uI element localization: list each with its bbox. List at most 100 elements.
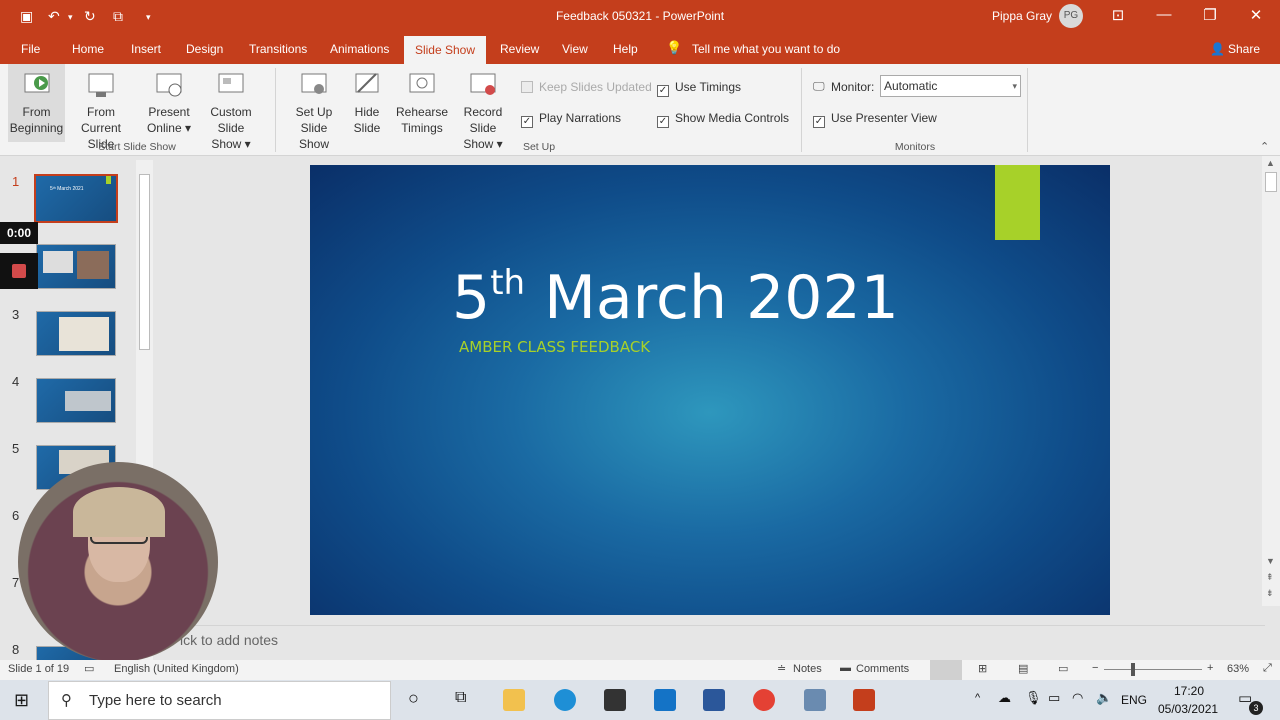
microphone-icon[interactable]: 🎙 <box>1025 690 1042 706</box>
avatar[interactable]: PG <box>1059 4 1083 28</box>
taskbar-search-input[interactable]: ⚲ Type here to search <box>48 681 391 720</box>
slide-scrollbar[interactable]: ▲ ▼ ⇞ ⇟ <box>1262 156 1280 606</box>
slide-thumbnail-4[interactable] <box>36 378 116 423</box>
share-icon[interactable]: 👤 <box>1210 42 1225 56</box>
clock-date[interactable]: 05/03/2021 <box>1158 702 1218 716</box>
user-name[interactable]: Pippa Gray <box>992 9 1052 23</box>
scroll-up-icon[interactable]: ▲ <box>1266 158 1275 168</box>
word-icon[interactable] <box>703 689 725 711</box>
from-beginning-button[interactable]: From Beginning <box>8 64 65 142</box>
tab-animations[interactable]: Animations <box>330 42 389 56</box>
ribbon-display-icon[interactable]: ⊡ <box>1108 6 1128 24</box>
share-button[interactable]: Share <box>1228 42 1260 56</box>
scroll-down-icon[interactable]: ▼ <box>1266 556 1275 566</box>
slide-subtitle[interactable]: AMBER CLASS FEEDBACK <box>459 338 650 356</box>
comments-button[interactable]: Comments <box>856 663 909 675</box>
monitor-select[interactable]: Automatic ▾ <box>880 75 1021 97</box>
present-online-button[interactable]: Present Online ▾ <box>144 64 194 142</box>
title-superscript: th <box>490 263 526 303</box>
set-up-slide-show-button[interactable]: Set Up Slide Show <box>284 64 344 151</box>
tell-me-search[interactable]: Tell me what you want to do <box>692 42 840 56</box>
status-bar: Slide 1 of 19 ▭ English (United Kingdom)… <box>0 660 1280 680</box>
reading-view-icon[interactable]: ▤ <box>1018 662 1028 675</box>
wifi-icon[interactable]: ◠ <box>1072 690 1083 706</box>
edge-icon[interactable] <box>554 689 576 711</box>
cortana-icon[interactable]: ○ <box>408 688 419 709</box>
restore-icon[interactable]: ❐ <box>1200 6 1220 24</box>
store-icon[interactable] <box>604 689 626 711</box>
slide-title[interactable]: 5th March 2021 <box>452 263 899 333</box>
slide-thumbnail-1[interactable]: 5ᵗʰ March 2021 <box>34 174 118 223</box>
presenter-view-label: Use Presenter View <box>831 111 937 125</box>
tab-help[interactable]: Help <box>613 42 638 56</box>
slide-sorter-icon[interactable]: ⊞ <box>978 662 987 675</box>
tab-view[interactable]: View <box>562 42 588 56</box>
zoom-out-icon[interactable]: − <box>1092 662 1098 674</box>
from-beginning-label: From <box>22 105 51 119</box>
onedrive-app-icon[interactable] <box>804 689 826 711</box>
input-language[interactable]: ENG <box>1121 693 1147 707</box>
thumb-image <box>59 317 109 351</box>
notes-placeholder: ick to add notes <box>180 632 279 648</box>
hide-slide-button[interactable]: Hide Slide <box>348 64 386 142</box>
slide-thumbnail-2[interactable] <box>36 244 116 289</box>
previous-slide-icon[interactable]: ⇞ <box>1266 572 1274 583</box>
file-explorer-icon[interactable] <box>503 689 525 711</box>
zoom-in-icon[interactable]: + <box>1207 662 1213 674</box>
tab-home[interactable]: Home <box>72 42 104 56</box>
battery-icon[interactable]: ▭ <box>1048 690 1060 706</box>
stop-recording-button[interactable] <box>0 253 38 289</box>
show-media-controls-checkbox[interactable]: ✓ Show Media Controls <box>657 111 789 128</box>
custom-slide-show-button[interactable]: Custom Slide Show ▾ <box>196 64 266 151</box>
rehearse-label-2: Timings <box>401 121 443 135</box>
scroll-thumb[interactable] <box>1265 172 1277 192</box>
mail-icon[interactable] <box>654 689 676 711</box>
chrome-icon[interactable] <box>753 689 775 711</box>
slide-thumbnail-3[interactable] <box>36 311 116 356</box>
tab-slide-show[interactable]: Slide Show <box>404 36 486 64</box>
zoom-slider-thumb[interactable] <box>1131 663 1135 676</box>
use-timings-checkbox[interactable]: ✓ Use Timings <box>657 80 741 97</box>
from-current-slide-button[interactable]: From Current Slide <box>67 64 135 151</box>
monitor-label: Monitor: <box>831 80 875 94</box>
thumb-image <box>65 391 111 411</box>
fit-slide-icon[interactable]: ⤢ <box>1263 662 1272 675</box>
recording-timer: 0:00 <box>0 222 38 244</box>
close-icon[interactable]: ✕ <box>1246 6 1266 24</box>
windows-start-icon[interactable]: ⊞ <box>14 690 29 711</box>
language-indicator[interactable]: English (United Kingdom) <box>114 663 239 675</box>
zoom-slider[interactable] <box>1104 669 1202 670</box>
hide-slide-icon <box>355 73 379 93</box>
volume-icon[interactable]: 🔈 <box>1096 690 1112 706</box>
tray-chevron-icon[interactable]: ^ <box>975 692 980 704</box>
task-view-icon[interactable]: ⧉ <box>455 689 466 707</box>
notes-button[interactable]: Notes <box>793 663 822 675</box>
zoom-level[interactable]: 63% <box>1227 663 1249 675</box>
next-slide-icon[interactable]: ⇟ <box>1266 588 1274 599</box>
slide-accent-rectangle[interactable] <box>995 165 1040 240</box>
notes-pane[interactable]: ick to add notes <box>155 625 1265 657</box>
clock-time[interactable]: 17:20 <box>1174 684 1204 698</box>
normal-view-button[interactable] <box>930 660 962 680</box>
tab-file[interactable]: File <box>21 42 40 56</box>
rehearse-timings-button[interactable]: Rehearse Timings <box>396 64 448 142</box>
accessibility-icon[interactable]: ▭ <box>84 662 94 675</box>
use-presenter-view-checkbox[interactable]: ✓ Use Presenter View <box>813 111 937 128</box>
tab-design[interactable]: Design <box>186 42 223 56</box>
document-title: Feedback 050321 - PowerPoint <box>555 9 725 23</box>
slideshow-view-icon[interactable]: ▭ <box>1058 662 1068 675</box>
tab-insert[interactable]: Insert <box>131 42 161 56</box>
tab-review[interactable]: Review <box>500 42 539 56</box>
thumb-number: 7 <box>12 575 20 590</box>
hide-label: Hide <box>354 105 380 119</box>
onedrive-tray-icon[interactable]: ☁ <box>998 690 1011 706</box>
scroll-thumb[interactable] <box>139 174 150 350</box>
powerpoint-icon[interactable] <box>853 689 875 711</box>
record-slide-show-button[interactable]: Record Slide Show ▾ <box>450 64 516 151</box>
slide-canvas[interactable]: 5th March 2021 AMBER CLASS FEEDBACK <box>310 165 1110 615</box>
collapse-ribbon-icon[interactable]: ⌃ <box>1260 140 1269 153</box>
from-current-label: From <box>87 105 115 119</box>
tab-transitions[interactable]: Transitions <box>249 42 307 56</box>
minimize-icon[interactable]: — <box>1154 6 1174 23</box>
play-narrations-checkbox[interactable]: ✓ Play Narrations <box>521 111 621 128</box>
